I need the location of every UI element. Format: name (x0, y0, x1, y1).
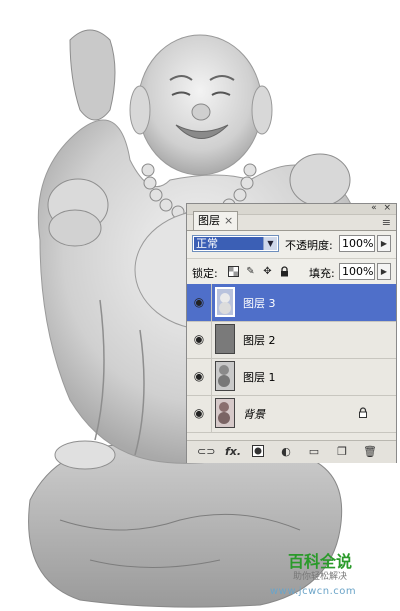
layer-thumbnail (215, 324, 235, 354)
adjustment-icon[interactable]: ◐ (279, 445, 293, 459)
layers-panel: « × 图层 × ≡ 正常 ▼ 不透明度: 100% ▶ 锁定: ✎ ✥ 填充: … (186, 203, 397, 463)
blend-mode-select[interactable]: 正常 ▼ (192, 235, 279, 252)
panel-menu-icon[interactable]: ≡ (382, 217, 391, 228)
fx-icon[interactable]: fx. (225, 445, 241, 459)
fill-label: 填充: (309, 267, 335, 280)
eye-icon[interactable]: ◉ (187, 284, 212, 321)
watermark-url: www.jcwcn.com (270, 586, 357, 597)
watermark-subtitle: 助你轻松解决 (293, 572, 348, 582)
tab-layers-label: 图层 (198, 214, 220, 227)
layer-name: 背景 (243, 408, 265, 421)
layer-thumbnail (215, 398, 235, 428)
tab-layers[interactable]: 图层 × (193, 211, 239, 231)
lock-fill-row: 锁定: ✎ ✥ 填充: 100% ▶ (187, 258, 396, 285)
eye-icon[interactable]: ◉ (187, 358, 212, 395)
layer-name: 图层 1 (243, 371, 276, 384)
opacity-label: 不透明度: (285, 239, 333, 252)
eye-icon[interactable]: ◉ (187, 321, 212, 358)
lock-label: 锁定: (192, 267, 218, 280)
opacity-input[interactable]: 100% (339, 235, 375, 252)
trash-icon[interactable]: 🗑 (363, 445, 377, 459)
lock-icon[interactable] (279, 266, 290, 277)
panel-window-controls[interactable]: « × (371, 203, 393, 213)
blend-mode-value: 正常 (194, 237, 266, 250)
opacity-slider-arrow-icon[interactable]: ▶ (377, 235, 391, 252)
eye-icon[interactable]: ◉ (187, 395, 212, 432)
group-icon[interactable]: ▭ (307, 445, 321, 459)
chevron-down-icon[interactable]: ▼ (263, 237, 277, 250)
layer-row-1[interactable]: ◉ 图层 1 (187, 358, 396, 396)
close-icon[interactable]: × (224, 214, 233, 227)
layer-name: 图层 2 (243, 334, 276, 347)
lock-transparent-pixels-icon[interactable] (228, 266, 239, 277)
layer-name: 图层 3 (243, 297, 276, 310)
new-layer-icon[interactable]: ❐ (335, 445, 349, 459)
layers-list: ◉ 图层 3 ◉ 图层 2 ◉ 图层 1 ◉ 背景 (187, 284, 396, 440)
mask-icon[interactable] (251, 445, 265, 459)
brush-icon[interactable]: ✎ (245, 266, 256, 277)
layers-bottom-toolbar: ⊂⊃ fx. ◐ ▭ ❐ 🗑 (187, 440, 396, 463)
fill-slider-arrow-icon[interactable]: ▶ (377, 263, 391, 280)
link-icon[interactable]: ⊂⊃ (197, 445, 215, 459)
layer-thumbnail (215, 361, 235, 391)
fill-input[interactable]: 100% (339, 263, 375, 280)
layer-row-background[interactable]: ◉ 背景 (187, 395, 396, 433)
blend-opacity-row: 正常 ▼ 不透明度: 100% ▶ (187, 231, 396, 258)
layer-row-2[interactable]: ◉ 图层 2 (187, 321, 396, 359)
layer-row-3[interactable]: ◉ 图层 3 (187, 284, 396, 322)
lock-icon (358, 407, 368, 421)
layer-thumbnail (215, 287, 235, 317)
move-icon[interactable]: ✥ (262, 266, 273, 277)
